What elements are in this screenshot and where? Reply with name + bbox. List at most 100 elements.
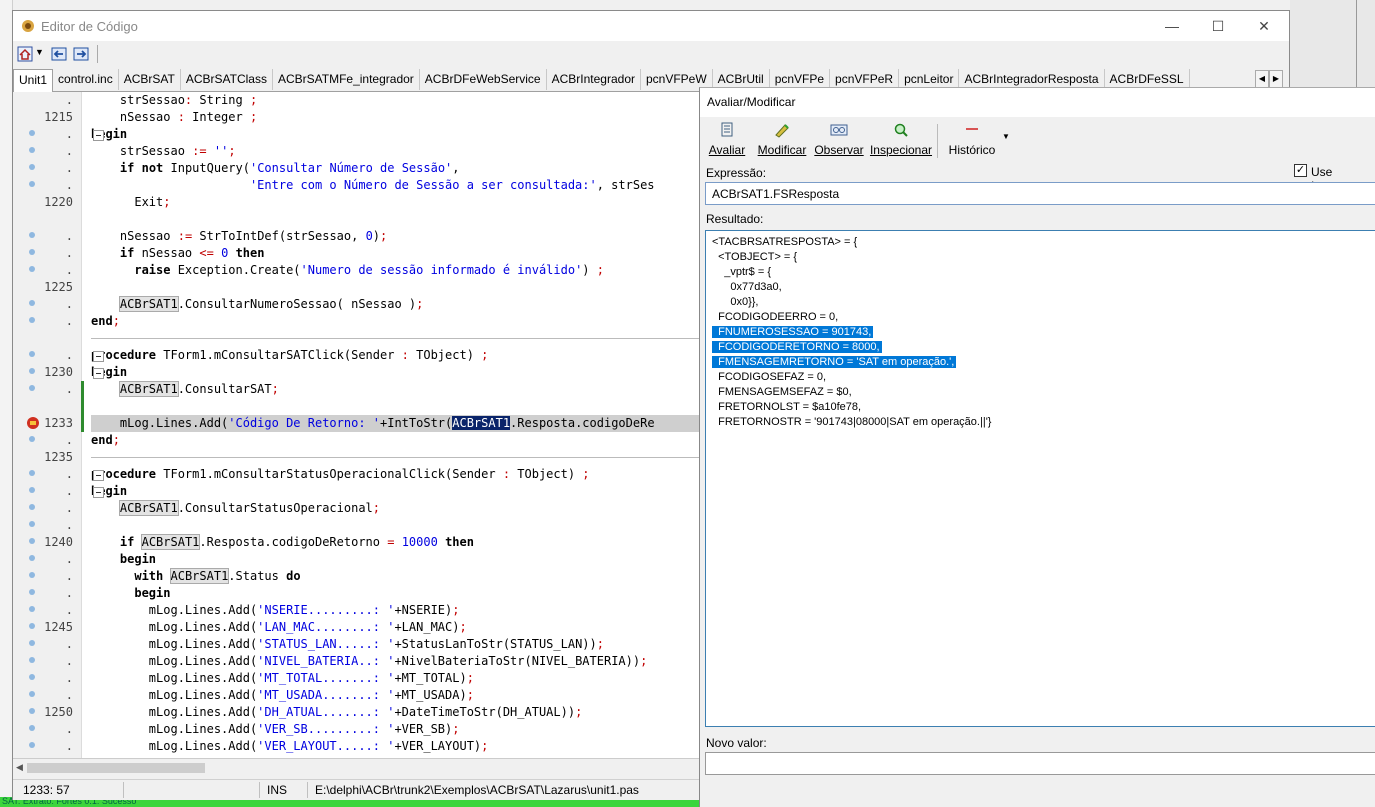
gutter-line[interactable]: 1235: [13, 449, 81, 466]
code-line[interactable]: mLog.Lines.Add('MT_TOTAL.......: '+MT_TO…: [91, 670, 699, 687]
expression-input[interactable]: ACBrSAT1.FSResposta: [705, 182, 1375, 205]
dropdown-arrow-icon[interactable]: ▼: [35, 47, 44, 57]
fold-toggle-icon[interactable]: [93, 368, 104, 379]
gutter-line[interactable]: 1240: [13, 534, 81, 551]
executable-line-marker-icon[interactable]: [29, 351, 35, 357]
gutter-line[interactable]: 1233: [13, 415, 81, 432]
tab-scroll-left-icon[interactable]: ◀: [1255, 70, 1269, 88]
code-line[interactable]: raise Exception.Create('Numero de sessão…: [91, 262, 699, 279]
executable-line-marker-icon[interactable]: [29, 521, 35, 527]
executable-line-marker-icon[interactable]: [29, 691, 35, 697]
gutter-line[interactable]: 1250: [13, 704, 81, 721]
gutter-line[interactable]: 1220: [13, 194, 81, 211]
gutter-line[interactable]: [13, 398, 81, 415]
code-line[interactable]: begin: [91, 364, 699, 381]
code-line[interactable]: [91, 517, 699, 534]
gutter-line[interactable]: .: [13, 143, 81, 160]
executable-line-marker-icon[interactable]: [29, 470, 35, 476]
gutter-line[interactable]: .: [13, 296, 81, 313]
tab-acbrsat[interactable]: ACBrSAT: [119, 69, 181, 90]
code-line[interactable]: begin: [91, 483, 699, 500]
gutter-line[interactable]: .: [13, 381, 81, 398]
new-value-input[interactable]: [705, 752, 1375, 775]
code-line[interactable]: mLog.Lines.Add('VER_SB.........: '+VER_S…: [91, 721, 699, 738]
executable-line-marker-icon[interactable]: [29, 538, 35, 544]
history-dropdown-icon[interactable]: ▼: [1002, 132, 1010, 141]
executable-line-marker-icon[interactable]: [29, 385, 35, 391]
code-line[interactable]: mLog.Lines.Add('MT_USADA.......: '+MT_US…: [91, 687, 699, 704]
close-button[interactable]: ✕: [1241, 11, 1287, 41]
scroll-left-icon[interactable]: ◀: [16, 762, 23, 773]
executable-line-marker-icon[interactable]: [29, 589, 35, 595]
tab-scroll-right-icon[interactable]: ▶: [1269, 70, 1283, 88]
scrollbar-thumb[interactable]: [27, 763, 205, 773]
tab-control-inc[interactable]: control.inc: [53, 69, 119, 90]
gutter-line[interactable]: 1230: [13, 364, 81, 381]
executable-line-marker-icon[interactable]: [29, 674, 35, 680]
maximize-button[interactable]: ☐: [1195, 11, 1241, 41]
code-line[interactable]: 'Entre com o Número de Sessão a ser cons…: [91, 177, 699, 194]
gutter-line[interactable]: .: [13, 551, 81, 568]
tab-acbrsatclass[interactable]: ACBrSATClass: [181, 69, 273, 90]
executable-line-marker-icon[interactable]: [29, 164, 35, 170]
code-line[interactable]: mLog.Lines.Add('LAN_MAC........: '+LAN_M…: [91, 619, 699, 636]
gutter-line[interactable]: .: [13, 347, 81, 364]
executable-line-marker-icon[interactable]: [29, 317, 35, 323]
line-gutter[interactable]: . 1215.... 1220... 1225... 1230. 1233. 1235...…: [13, 92, 82, 758]
modify-button[interactable]: Modificar: [754, 122, 810, 157]
home-icon[interactable]: [17, 46, 33, 62]
horizontal-scrollbar[interactable]: ◀: [13, 758, 699, 777]
gutter-line[interactable]: .: [13, 177, 81, 194]
gutter-line[interactable]: .: [13, 585, 81, 602]
code-line[interactable]: mLog.Lines.Add('NSERIE.........: '+NSERI…: [91, 602, 699, 619]
code-line[interactable]: Exit;: [91, 194, 699, 211]
executable-line-marker-icon[interactable]: [29, 147, 35, 153]
gutter-line[interactable]: .: [13, 126, 81, 143]
minimize-button[interactable]: —: [1149, 11, 1195, 41]
evaluate-button[interactable]: Avaliar: [708, 122, 746, 157]
code-line[interactable]: procedure TForm1.mConsultarSATClick(Send…: [91, 347, 699, 364]
source-code[interactable]: strSessao: String ; nSessao : Integer ; b…: [91, 92, 699, 758]
tab-acbrsatmfe-integrador[interactable]: ACBrSATMFe_integrador: [273, 69, 420, 90]
watch-button[interactable]: Observar: [814, 122, 864, 157]
code-line[interactable]: mLog.Lines.Add('DH_ATUAL.......: '+DateT…: [91, 704, 699, 721]
executable-line-marker-icon[interactable]: [29, 572, 35, 578]
gutter-line[interactable]: [13, 211, 81, 228]
gutter-line[interactable]: .: [13, 517, 81, 534]
gutter-line[interactable]: .: [13, 92, 81, 109]
executable-line-marker-icon[interactable]: [29, 232, 35, 238]
executable-line-marker-icon[interactable]: [29, 725, 35, 731]
executable-line-marker-icon[interactable]: [29, 436, 35, 442]
gutter-line[interactable]: [13, 330, 81, 347]
code-line[interactable]: begin: [91, 585, 699, 602]
gutter-line[interactable]: .: [13, 228, 81, 245]
code-line[interactable]: nSessao : Integer ;: [91, 109, 699, 126]
result-textarea[interactable]: <TACBRSATRESPOSTA> = { <TOBJECT> = { _vp…: [705, 230, 1375, 727]
code-line[interactable]: [91, 211, 699, 228]
code-line[interactable]: strSessao := '';: [91, 143, 699, 160]
gutter-line[interactable]: 1245: [13, 619, 81, 636]
executable-line-marker-icon[interactable]: [29, 300, 35, 306]
gutter-line[interactable]: .: [13, 313, 81, 330]
gutter-line[interactable]: 1215: [13, 109, 81, 126]
executable-line-marker-icon[interactable]: [29, 742, 35, 748]
use-instance-checkbox[interactable]: ✓: [1294, 164, 1307, 177]
gutter-line[interactable]: .: [13, 262, 81, 279]
fold-toggle-icon[interactable]: [93, 130, 104, 141]
gutter-line[interactable]: .: [13, 568, 81, 585]
executable-line-marker-icon[interactable]: [29, 640, 35, 646]
history-button[interactable]: Histórico: [946, 122, 998, 157]
gutter-line[interactable]: .: [13, 721, 81, 738]
gutter-line[interactable]: .: [13, 245, 81, 262]
tab-acbrdfewebservice[interactable]: ACBrDFeWebService: [420, 69, 547, 90]
code-line[interactable]: if not InputQuery('Consultar Número de S…: [91, 160, 699, 177]
code-line[interactable]: begin: [91, 551, 699, 568]
executable-line-marker-icon[interactable]: [29, 487, 35, 493]
jump-forward-icon[interactable]: [73, 46, 89, 62]
gutter-line[interactable]: .: [13, 160, 81, 177]
breakpoint-execution-icon[interactable]: [27, 417, 39, 429]
executable-line-marker-icon[interactable]: [29, 555, 35, 561]
code-line[interactable]: mLog.Lines.Add('VER_LAYOUT.....: '+VER_L…: [91, 738, 699, 755]
executable-line-marker-icon[interactable]: [29, 181, 35, 187]
code-line[interactable]: if nSessao <= 0 then: [91, 245, 699, 262]
